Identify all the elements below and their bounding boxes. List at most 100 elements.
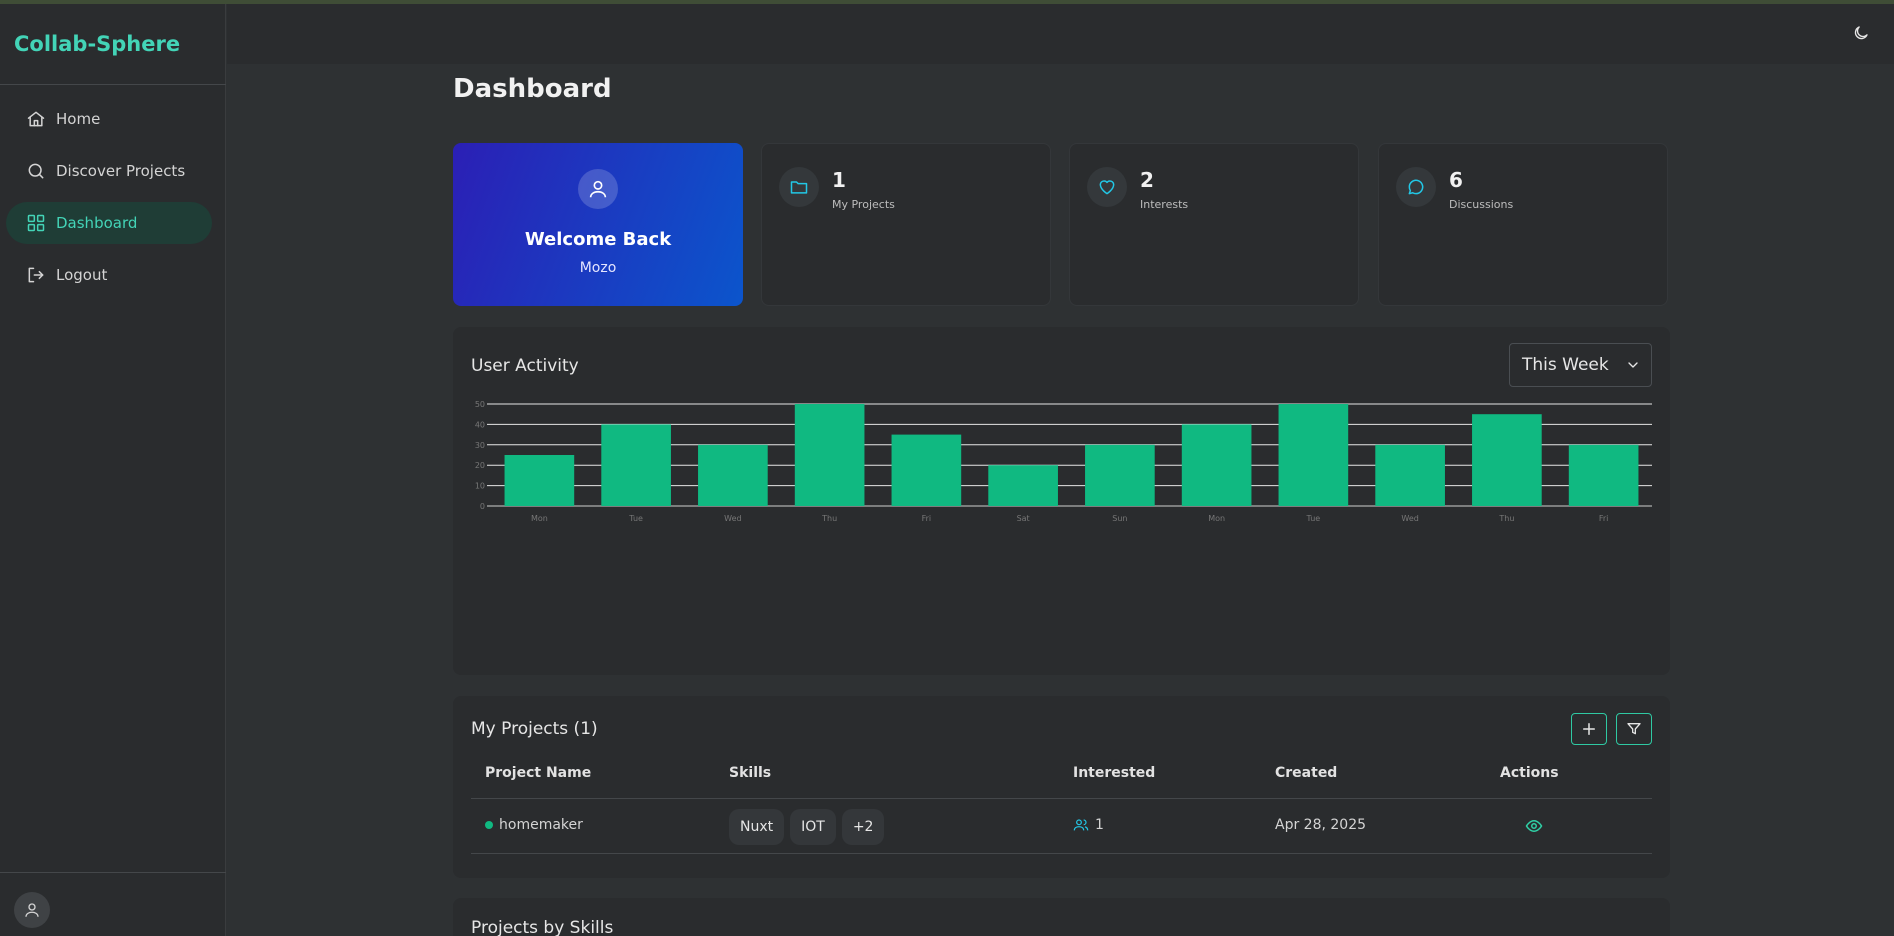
user-activity-panel: User Activity This Week 0 10 20 30 40 50 Mon Tu… <box>453 327 1670 675</box>
x-tick-label: Mon <box>1208 514 1225 523</box>
logout-icon <box>26 265 46 285</box>
activity-bar[interactable] <box>891 434 962 506</box>
home-icon <box>26 109 46 129</box>
y-tick-label: 0 <box>480 502 485 511</box>
my-projects-panel: My Projects (1) Project Name Skills Inte… <box>453 696 1670 878</box>
sidebar-item-label: Dashboard <box>56 214 138 232</box>
chevron-down-icon <box>1625 357 1641 378</box>
x-tick-label: Thu <box>1498 514 1514 523</box>
column-header: Skills <box>729 765 772 781</box>
view-project-button[interactable] <box>1525 817 1543 835</box>
sidebar-item-home[interactable]: Home <box>6 98 212 140</box>
table-header: Project Name Skills Interested Created A… <box>471 765 1652 799</box>
activity-bar[interactable] <box>1568 444 1639 506</box>
stat-card-my-projects[interactable]: 1 My Projects <box>761 143 1051 306</box>
project-name: homemaker <box>499 817 583 833</box>
user-avatar[interactable] <box>14 892 50 928</box>
column-header: Created <box>1275 765 1338 781</box>
activity-bar[interactable] <box>601 424 671 506</box>
status-dot <box>485 821 493 829</box>
activity-bar[interactable] <box>1278 404 1349 506</box>
sidebar-item-logout[interactable]: Logout <box>6 254 212 296</box>
interested-count: 1 <box>1095 817 1104 833</box>
divider <box>0 84 226 85</box>
x-tick-label: Wed <box>1401 514 1418 523</box>
skills-cell: Nuxt IOT +2 <box>729 809 890 845</box>
column-header: Actions <box>1500 765 1559 781</box>
sidebar-nav: Home Discover Projects Dashboard Logout <box>6 98 212 306</box>
sidebar-item-discover-projects[interactable]: Discover Projects <box>6 150 212 192</box>
filter-icon <box>1627 723 1641 735</box>
x-tick-label: Mon <box>531 514 548 523</box>
plus-icon <box>1583 723 1595 735</box>
skill-chip-more[interactable]: +2 <box>841 809 885 845</box>
welcome-username: Mozo <box>579 260 617 276</box>
activity-bar[interactable] <box>988 465 1058 506</box>
y-tick-label: 20 <box>475 461 485 470</box>
period-select[interactable]: This Week <box>1509 343 1652 387</box>
sidebar-item-label: Logout <box>56 266 108 284</box>
panel-title: Projects by Skills <box>471 918 614 936</box>
skill-chip: Nuxt <box>729 809 785 845</box>
activity-bar[interactable] <box>1472 414 1542 506</box>
eye-icon <box>1525 819 1543 833</box>
filter-button[interactable] <box>1616 713 1652 745</box>
folder-icon <box>779 167 819 207</box>
x-tick-label: Fri <box>1599 514 1609 523</box>
column-header: Project Name <box>485 765 592 781</box>
welcome-title: Welcome Back <box>524 229 672 250</box>
add-project-button[interactable] <box>1571 713 1607 745</box>
stat-card-discussions[interactable]: 6 Discussions <box>1378 143 1668 306</box>
y-tick-label: 10 <box>475 482 485 491</box>
interested-cell: 1 <box>1073 817 1104 833</box>
x-tick-label: Sun <box>1112 514 1127 523</box>
welcome-card: Welcome Back Mozo <box>453 143 743 306</box>
panel-title: User Activity <box>471 356 579 376</box>
users-icon <box>1073 819 1089 831</box>
activity-bar-chart: 0 10 20 30 40 50 Mon Tue Wed Thu Fri Sat Sun Mon Tue We… <box>475 400 1652 523</box>
user-icon <box>578 169 618 209</box>
activity-bar[interactable] <box>1181 424 1252 506</box>
table-row[interactable]: homemaker Nuxt IOT +2 1 Apr 28, 2025 <box>471 799 1652 854</box>
search-icon <box>26 161 46 181</box>
activity-bar[interactable] <box>1085 444 1155 506</box>
period-select-value: This Week <box>1522 355 1609 375</box>
moon-icon[interactable] <box>1852 24 1872 44</box>
user-icon <box>25 903 39 917</box>
sidebar-item-label: Discover Projects <box>56 162 186 180</box>
sidebar: Collab-Sphere Home Discover Projects Das… <box>0 4 226 936</box>
stat-card-interests[interactable]: 2 Interests <box>1069 143 1359 306</box>
sidebar-item-dashboard[interactable]: Dashboard <box>6 202 212 244</box>
top-bar <box>227 4 1894 64</box>
chat-icon <box>1396 167 1436 207</box>
stat-label: My Projects <box>832 198 895 211</box>
y-tick-label: 50 <box>475 400 485 409</box>
stat-value: 2 <box>1140 168 1154 192</box>
project-name-cell[interactable]: homemaker <box>485 817 583 833</box>
column-header: Interested <box>1073 765 1156 781</box>
activity-bar[interactable] <box>1375 444 1445 506</box>
stat-value: 6 <box>1449 168 1463 192</box>
x-tick-label: Thu <box>821 514 837 523</box>
x-tick-label: Sat <box>1017 514 1030 523</box>
created-date: Apr 28, 2025 <box>1275 817 1367 833</box>
y-tick-label: 30 <box>475 441 485 450</box>
grid-icon <box>26 213 46 233</box>
divider <box>0 872 226 873</box>
x-tick-label: Wed <box>724 514 741 523</box>
stat-label: Interests <box>1140 198 1189 211</box>
activity-bar[interactable] <box>504 455 575 506</box>
page-title: Dashboard <box>453 74 612 104</box>
x-tick-label: Tue <box>628 514 643 523</box>
sidebar-item-label: Home <box>56 110 101 128</box>
activity-bar[interactable] <box>794 404 865 506</box>
heart-icon <box>1087 167 1127 207</box>
panel-title: My Projects (1) <box>471 719 598 739</box>
skill-chip: IOT <box>790 809 836 845</box>
y-tick-label: 40 <box>475 420 485 429</box>
x-tick-label: Fri <box>922 514 932 523</box>
brand-logo[interactable]: Collab-Sphere <box>14 32 180 56</box>
stat-value: 1 <box>832 168 846 192</box>
projects-by-skills-panel: Projects by Skills <box>453 898 1670 936</box>
activity-bar[interactable] <box>698 444 768 506</box>
